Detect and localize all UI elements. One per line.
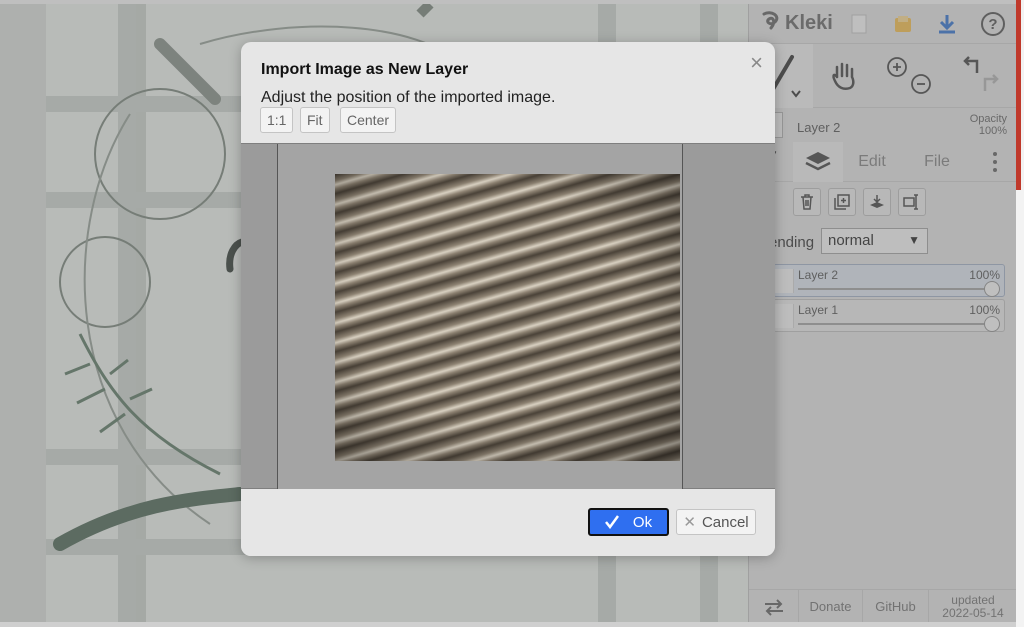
close-icon[interactable]: ×	[750, 50, 763, 76]
one-to-one-button[interactable]: 1:1	[260, 107, 294, 133]
fit-button[interactable]: Fit	[300, 107, 330, 133]
dialog-footer: Ok ✕ Cancel	[241, 489, 775, 556]
bottom-strip	[0, 622, 1016, 627]
ok-label: Ok	[632, 513, 653, 531]
dialog-description: Adjust the position of the imported imag…	[261, 89, 556, 106]
import-preview[interactable]	[241, 143, 775, 490]
checkmark-icon	[604, 515, 619, 529]
cancel-x-icon: ✕	[683, 514, 696, 531]
import-image-dialog: × Import Image as New Layer Adjust the p…	[241, 42, 775, 556]
dialog-title: Import Image as New Layer	[261, 61, 469, 78]
window-edge	[1016, 0, 1024, 627]
edge-accent	[1016, 0, 1021, 190]
center-button[interactable]: Center	[340, 107, 397, 133]
cancel-label: Cancel	[701, 513, 749, 531]
cancel-button[interactable]: ✕ Cancel	[676, 509, 756, 535]
imported-image[interactable]	[335, 174, 680, 461]
ok-button[interactable]: Ok	[588, 508, 669, 536]
